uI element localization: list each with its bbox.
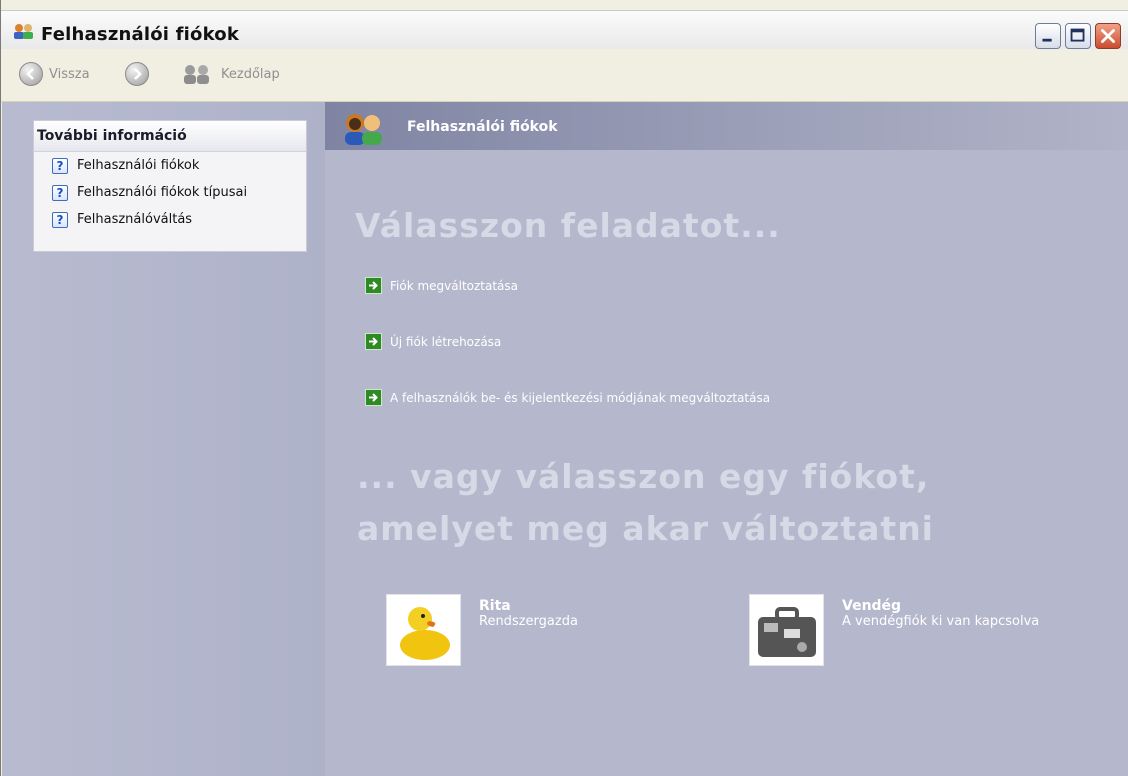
users-home-icon	[184, 65, 209, 84]
sidebar-item-label: Felhasználói fiókok	[77, 158, 200, 173]
help-icon: ?	[52, 211, 68, 228]
sidebar-item-label: Felhasználóváltás	[77, 212, 193, 227]
sidebar-item-switch-user[interactable]: ? Felhasználóváltás	[34, 206, 306, 233]
task-label: Új fiók létrehozása	[390, 334, 502, 349]
account-name: Rita	[479, 598, 511, 614]
more-info-panel: További információ ? Felhasználói fiókok…	[33, 120, 307, 252]
close-icon	[1101, 29, 1115, 43]
account-role: Rendszergazda	[479, 614, 578, 629]
main-panel: Felhasználói fiókok	[325, 102, 1128, 776]
minimize-icon	[1042, 38, 1052, 42]
help-icon: ?	[52, 184, 68, 201]
sidebar-item-label: Felhasználói fiókok típusai	[77, 185, 248, 200]
green-arrow-icon	[365, 333, 382, 350]
forward-arrow-icon	[125, 62, 149, 86]
account-name: Vendég	[842, 598, 902, 614]
green-arrow-icon	[365, 277, 382, 294]
home-button[interactable]: Kezdőlap	[181, 60, 280, 88]
title-bar[interactable]: Felhasználói fiókok	[1, 10, 1128, 50]
account-role: A vendégfiók ki van kapcsolva	[842, 614, 1040, 629]
sidebar-item-user-accounts[interactable]: ? Felhasználói fiókok	[34, 152, 306, 179]
account-rita[interactable]: Rita Rendszergazda	[386, 594, 578, 666]
toolbar: Vissza Kezdőlap	[1, 49, 1128, 102]
task-label: A felhasználók be- és kijelentkezési mód…	[390, 390, 771, 405]
task-label: Fiók megváltoztatása	[390, 278, 519, 293]
sidebar-item-account-types[interactable]: ? Felhasználói fiókok típusai	[34, 179, 306, 206]
forward-button[interactable]	[125, 60, 149, 88]
maximize-button[interactable]	[1065, 23, 1091, 49]
green-arrow-icon	[365, 389, 382, 406]
home-label: Kezdőlap	[221, 66, 280, 82]
main-header: Felhasználói fiókok	[325, 102, 1128, 150]
back-button[interactable]: Vissza	[19, 60, 90, 88]
user-accounts-icon	[345, 114, 382, 145]
suitcase-avatar	[749, 594, 824, 666]
pick-account-title: ... vagy válasszon egy fiókot, amelyet m…	[357, 457, 934, 548]
task-change-account[interactable]: Fiók megváltoztatása	[365, 277, 518, 294]
more-info-header: További információ	[34, 121, 306, 152]
minimize-button[interactable]	[1035, 23, 1061, 49]
help-icon: ?	[52, 157, 68, 174]
user-accounts-window: Felhasználói fiókok Vissza Kezdőlap Tová…	[0, 0, 1128, 776]
users-icon	[14, 24, 33, 39]
close-button[interactable]	[1095, 23, 1121, 49]
main-header-title: Felhasználói fiókok	[407, 119, 558, 135]
task-change-logon[interactable]: A felhasználók be- és kijelentkezési mód…	[365, 389, 770, 406]
pick-task-title: Válasszon feladatot...	[355, 206, 781, 245]
back-arrow-icon	[19, 62, 43, 86]
back-label: Vissza	[49, 66, 90, 82]
window-title: Felhasználói fiókok	[41, 24, 240, 45]
account-guest[interactable]: Vendég A vendégfiók ki van kapcsolva	[749, 594, 1039, 666]
rubber-duck-avatar	[386, 594, 461, 666]
maximize-icon	[1070, 28, 1085, 42]
task-create-account[interactable]: Új fiók létrehozása	[365, 333, 501, 350]
